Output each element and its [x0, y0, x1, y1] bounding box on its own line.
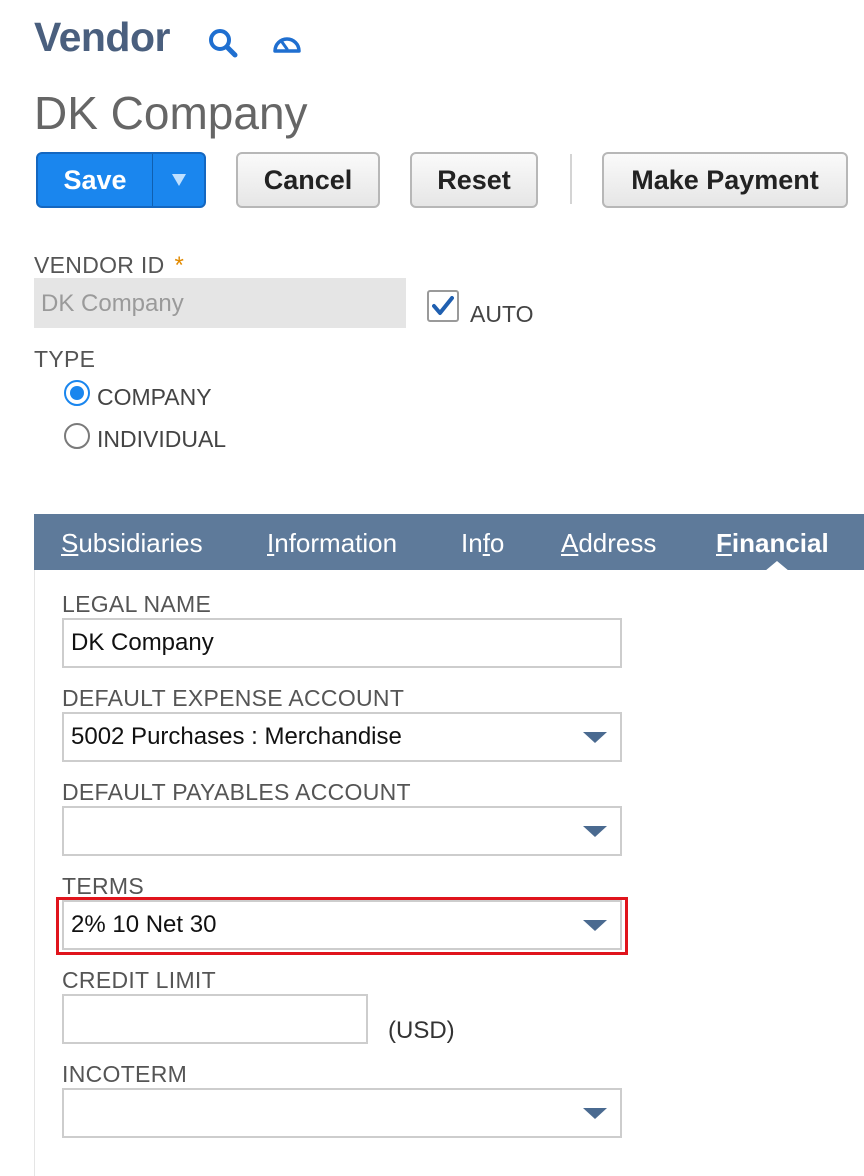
checkmark-icon	[432, 296, 454, 315]
vendor-id-field: DK Company	[34, 278, 406, 328]
incoterm-select[interactable]	[62, 1088, 622, 1138]
expense-account-value[interactable]: 5002 Purchases : Merchandise	[71, 723, 583, 751]
chevron-down-icon[interactable]	[583, 825, 607, 837]
tab-information[interactable]: Information	[267, 528, 397, 559]
terms-highlight-box	[56, 897, 628, 955]
save-label[interactable]: Save	[38, 165, 152, 196]
chevron-down-icon[interactable]	[583, 731, 607, 743]
toolbar-separator	[570, 154, 572, 204]
tab-subsidiaries[interactable]: Subsidiaries	[61, 528, 203, 559]
type-company-label: COMPANY	[97, 384, 212, 410]
dashboard-icon[interactable]	[270, 26, 304, 60]
type-label: TYPE	[34, 346, 96, 372]
legal-name-label: LEGAL NAME	[62, 591, 212, 617]
incoterm-label: INCOTERM	[62, 1061, 188, 1087]
credit-limit-label: CREDIT LIMIT	[62, 967, 216, 993]
chevron-down-icon[interactable]	[583, 1107, 607, 1119]
legal-name-value[interactable]: DK Company	[71, 629, 613, 657]
auto-label: AUTO	[470, 301, 534, 327]
type-individual-label: INDIVIDUAL	[97, 426, 227, 452]
credit-limit-field[interactable]	[62, 994, 368, 1044]
search-icon[interactable]	[206, 26, 240, 60]
cancel-button[interactable]: Cancel	[236, 152, 380, 208]
panel-border	[34, 570, 35, 1176]
expense-account-select[interactable]: 5002 Purchases : Merchandise	[62, 712, 622, 762]
auto-checkbox[interactable]	[427, 290, 459, 322]
tab-info[interactable]: Info	[461, 528, 504, 559]
save-button[interactable]: Save	[36, 152, 206, 208]
expense-account-label: DEFAULT EXPENSE ACCOUNT	[62, 685, 405, 711]
required-marker: *	[174, 252, 185, 279]
type-company-radio[interactable]	[64, 380, 90, 406]
payables-account-label: DEFAULT PAYABLES ACCOUNT	[62, 779, 411, 805]
save-options-dropdown[interactable]	[152, 154, 204, 206]
vendor-id-label: VENDOR ID *	[34, 252, 185, 279]
make-payment-button[interactable]: Make Payment	[602, 152, 848, 208]
record-name: DK Company	[34, 87, 308, 139]
tab-address[interactable]: Address	[561, 528, 656, 559]
payables-account-select[interactable]	[62, 806, 622, 856]
reset-button[interactable]: Reset	[410, 152, 538, 208]
type-individual-radio[interactable]	[64, 423, 90, 449]
active-tab-indicator	[765, 561, 789, 571]
currency-label: (USD)	[388, 1017, 455, 1044]
chevron-down-icon	[171, 174, 186, 186]
record-type-title: Vendor	[34, 14, 170, 60]
terms-label: TERMS	[62, 873, 144, 899]
tab-financial[interactable]: Financial	[716, 528, 829, 559]
legal-name-field[interactable]: DK Company	[62, 618, 622, 668]
